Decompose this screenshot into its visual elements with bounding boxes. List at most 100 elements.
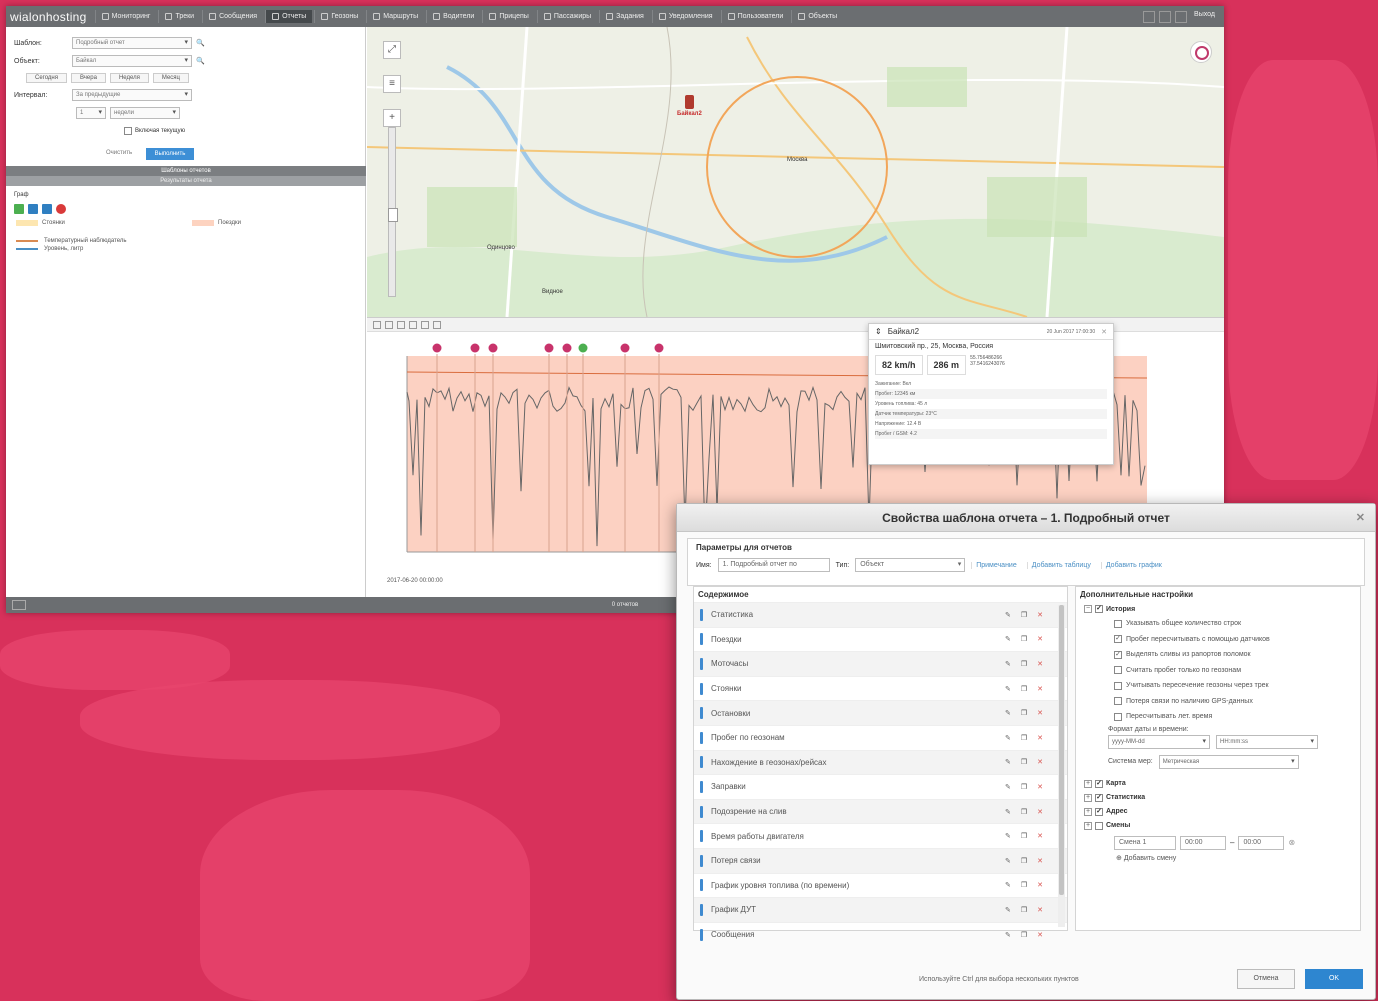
nav-item[interactable]: Геозоны xyxy=(314,10,364,23)
templates-bar[interactable]: Шаблоны отчетов xyxy=(6,166,366,176)
event-marker-icon[interactable] xyxy=(654,343,664,353)
edit-icon[interactable]: ✎ xyxy=(1005,881,1011,889)
setting-option[interactable]: Учитывать пересечение геозоны через трек xyxy=(1084,678,1360,694)
drag-handle-icon[interactable] xyxy=(700,633,703,646)
tree-node[interactable]: + Смены xyxy=(1084,819,1360,833)
ok-button[interactable]: OK xyxy=(1305,969,1363,989)
clear-button[interactable]: Очистить xyxy=(106,150,132,156)
shift-end-input[interactable]: 00:00 xyxy=(1238,835,1285,850)
period-month-button[interactable]: Месяц xyxy=(152,73,189,83)
nav-item[interactable]: Треки xyxy=(158,10,200,23)
table-row[interactable]: Нахождение в геозонах/рейсах ✎ ❐ ✕ xyxy=(694,749,1067,775)
tree-node[interactable]: + ✓ Адрес xyxy=(1084,805,1360,819)
drag-handle-icon[interactable] xyxy=(700,657,703,670)
delete-icon[interactable]: ✕ xyxy=(1037,881,1043,889)
reset-zoom-icon[interactable] xyxy=(397,320,405,329)
search-icon[interactable] xyxy=(1143,10,1156,23)
nav-item[interactable]: Задания xyxy=(599,10,650,23)
results-bar[interactable]: Результаты отчета xyxy=(6,176,366,186)
edit-icon[interactable]: ✎ xyxy=(1005,709,1011,717)
table-row[interactable]: Заправки ✎ ❐ ✕ xyxy=(694,774,1067,799)
option-checkbox[interactable] xyxy=(1114,666,1122,675)
period-yesterday-button[interactable]: Вчера xyxy=(71,73,106,83)
delete-icon[interactable]: ⊗ xyxy=(1288,838,1295,847)
table-row[interactable]: Статистика ✎ ❐ ✕ xyxy=(694,602,1067,627)
table-row[interactable]: Время работы двигателя ✎ ❐ ✕ xyxy=(694,823,1067,848)
event-marker-icon[interactable] xyxy=(488,343,498,353)
zoom-slider[interactable] xyxy=(388,127,398,297)
section-checkbox[interactable]: ✓ xyxy=(1095,793,1103,802)
expand-icon[interactable]: + xyxy=(1084,821,1092,830)
map-view[interactable]: ⤢ ≡ + Байкал2 Москва Одинцово Видное xyxy=(367,27,1224,317)
close-icon[interactable]: ✕ xyxy=(1356,504,1365,532)
setting-option[interactable]: Потеря связи по наличию GPS-данных xyxy=(1084,694,1360,710)
delete-icon[interactable]: ✕ xyxy=(1037,734,1043,742)
option-checkbox[interactable] xyxy=(1114,681,1122,690)
collapse-icon[interactable]: − xyxy=(1084,605,1092,613)
delete-icon[interactable]: ✕ xyxy=(1037,808,1043,816)
expand-icon[interactable]: + xyxy=(1084,793,1092,802)
table-row[interactable]: График ДУТ ✎ ❐ ✕ xyxy=(694,897,1067,922)
nav-item[interactable]: Маршруты xyxy=(366,10,424,23)
delete-icon[interactable]: ✕ xyxy=(1037,660,1043,668)
delete-icon[interactable]: ✕ xyxy=(1037,906,1043,914)
table-row[interactable]: Поездки ✎ ❐ ✕ xyxy=(694,626,1067,652)
expand-icon[interactable]: + xyxy=(1084,807,1092,816)
copy-icon[interactable]: ❐ xyxy=(1021,709,1027,717)
template-name-input[interactable]: 1. Подробный отчет по xyxy=(717,558,830,572)
table-row[interactable]: Подозрение на слив ✎ ❐ ✕ xyxy=(694,798,1067,824)
edit-icon[interactable]: ✎ xyxy=(1005,808,1011,816)
event-marker-icon[interactable] xyxy=(562,343,572,353)
interval-select[interactable]: За предыдущие xyxy=(72,89,192,101)
add-shift-link[interactable]: ⊕ Добавить смену xyxy=(1084,854,1360,862)
option-checkbox[interactable]: ✓ xyxy=(1114,635,1122,644)
save-icon[interactable] xyxy=(28,204,38,214)
drag-handle-icon[interactable] xyxy=(700,854,703,867)
search-icon[interactable]: 🔍 xyxy=(196,57,205,65)
drag-handle-icon[interactable] xyxy=(700,608,703,621)
event-marker-icon[interactable] xyxy=(470,343,480,353)
drag-handle-icon[interactable] xyxy=(700,903,703,916)
option-checkbox[interactable]: ✓ xyxy=(1114,650,1122,659)
delete-icon[interactable]: ✕ xyxy=(1037,857,1043,865)
event-marker-icon[interactable] xyxy=(620,343,630,353)
delete-icon[interactable]: ✕ xyxy=(1037,758,1043,766)
add-chart-link[interactable]: Добавить график xyxy=(1100,561,1166,569)
delete-icon[interactable] xyxy=(56,204,66,214)
section-checkbox[interactable] xyxy=(1095,821,1103,830)
unit-marker-icon[interactable] xyxy=(685,95,694,109)
option-checkbox[interactable] xyxy=(1114,712,1122,721)
drag-handle-icon[interactable] xyxy=(700,756,703,769)
table-row[interactable]: Сообщения ✎ ❐ ✕ xyxy=(694,921,1067,947)
copy-icon[interactable]: ❐ xyxy=(1021,808,1027,816)
zoom-in-button[interactable]: + xyxy=(383,109,401,127)
template-type-select[interactable]: Объект ▾ xyxy=(855,558,966,572)
object-select[interactable]: Байкал xyxy=(72,55,192,67)
tree-node-history[interactable]: − ✓ История xyxy=(1084,602,1360,616)
zoom-out-icon[interactable] xyxy=(385,320,393,329)
edit-icon[interactable]: ✎ xyxy=(1005,783,1011,791)
copy-icon[interactable]: ❐ xyxy=(1021,758,1027,766)
drag-handle-icon[interactable] xyxy=(700,879,703,892)
section-checkbox[interactable]: ✓ xyxy=(1095,779,1103,788)
tree-node[interactable]: + ✓ Статистика xyxy=(1084,791,1360,805)
copy-icon[interactable]: ❐ xyxy=(1021,783,1027,791)
copy-icon[interactable]: ❐ xyxy=(1021,660,1027,668)
edit-icon[interactable]: ✎ xyxy=(1005,931,1011,939)
delete-icon[interactable]: ✕ xyxy=(1037,832,1043,840)
note-link[interactable]: Примечание xyxy=(971,561,1021,569)
delete-icon[interactable]: ✕ xyxy=(1037,685,1043,693)
history-checkbox[interactable]: ✓ xyxy=(1095,605,1103,613)
option-checkbox[interactable] xyxy=(1114,619,1122,628)
search-icon[interactable]: 🔍 xyxy=(196,39,205,47)
drag-handle-icon[interactable] xyxy=(700,830,703,843)
edit-icon[interactable]: ✎ xyxy=(1005,832,1011,840)
drag-handle-icon[interactable] xyxy=(700,682,703,695)
delete-icon[interactable]: ✕ xyxy=(1037,635,1043,643)
table-row[interactable]: Моточасы ✎ ❐ ✕ xyxy=(694,651,1067,676)
nav-item[interactable]: Объекты xyxy=(791,10,843,23)
edit-icon[interactable]: ✎ xyxy=(1005,635,1011,643)
print-icon[interactable] xyxy=(433,320,441,329)
include-current-checkbox[interactable] xyxy=(124,127,132,135)
drag-handle-icon[interactable] xyxy=(700,805,703,818)
